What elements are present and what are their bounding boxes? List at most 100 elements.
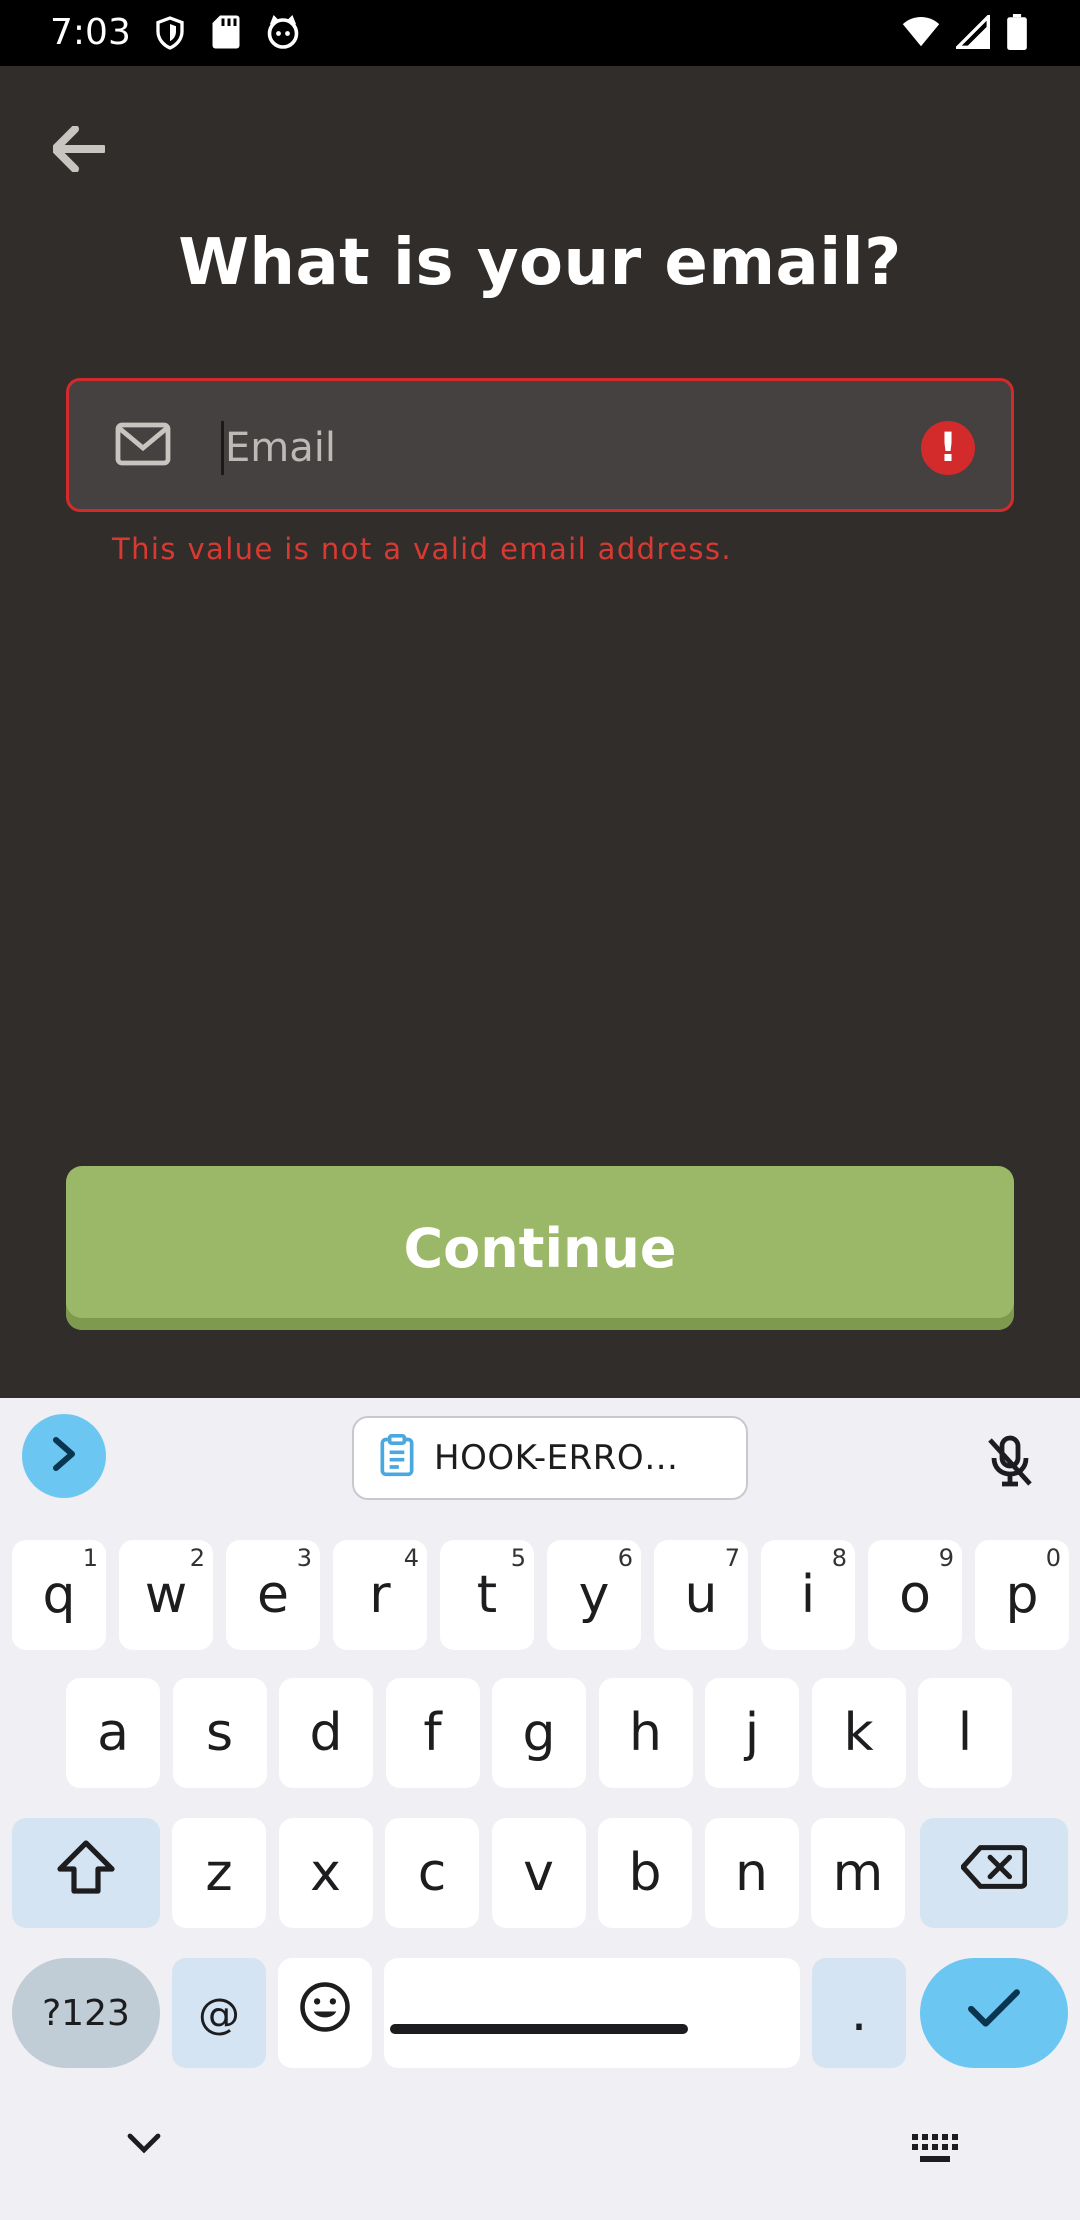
key-label: n xyxy=(735,1843,768,1903)
emoji-icon xyxy=(298,1980,352,2047)
sd-card-icon xyxy=(210,14,242,57)
key-j[interactable]: j xyxy=(705,1678,799,1788)
key-label: a xyxy=(97,1703,129,1763)
on-screen-keyboard: HOOK-ERRO… q1w2e3r4t5y6u7i8o9p0asdfghjkl… xyxy=(0,1398,1080,2220)
backspace-icon xyxy=(960,1843,1028,1904)
key-hint: 9 xyxy=(938,1544,954,1572)
shift-key[interactable] xyxy=(12,1818,160,1928)
key-label: i xyxy=(800,1565,816,1625)
mic-off-button[interactable] xyxy=(984,1434,1036,1495)
key-label: k xyxy=(843,1703,874,1763)
backspace-key[interactable] xyxy=(920,1818,1068,1928)
shift-icon xyxy=(56,1839,116,1908)
signal-icon xyxy=(953,12,990,54)
key-o[interactable]: o9 xyxy=(868,1540,962,1650)
keyboard-expand-button[interactable] xyxy=(22,1414,106,1498)
key-label: p xyxy=(1005,1565,1039,1625)
key-label: g xyxy=(522,1703,556,1763)
email-field[interactable]: ! xyxy=(66,378,1014,512)
key-r[interactable]: r4 xyxy=(333,1540,427,1650)
clipboard-suggestion-chip[interactable]: HOOK-ERRO… xyxy=(352,1416,748,1500)
battery-icon xyxy=(1006,14,1028,55)
key-label: d xyxy=(309,1703,343,1763)
email-error-message: This value is not a valid email address. xyxy=(112,532,733,566)
back-arrow-icon xyxy=(51,124,107,177)
key-c[interactable]: c xyxy=(385,1818,479,1928)
key-p[interactable]: p0 xyxy=(975,1540,1069,1650)
key-hint: 8 xyxy=(831,1544,847,1572)
wifi-icon xyxy=(902,15,940,54)
page-title: What is your email? xyxy=(178,226,902,300)
key-y[interactable]: y6 xyxy=(547,1540,641,1650)
key-m[interactable]: m xyxy=(811,1818,905,1928)
continue-button[interactable]: Continue xyxy=(66,1166,1014,1330)
key-d[interactable]: d xyxy=(279,1678,373,1788)
switch-keyboard-button[interactable] xyxy=(912,2134,958,2169)
key-hint: 5 xyxy=(510,1544,526,1572)
key-label: t xyxy=(476,1565,498,1625)
key-i[interactable]: i8 xyxy=(761,1540,855,1650)
hide-keyboard-button[interactable] xyxy=(126,2132,162,2161)
key-hint: 3 xyxy=(296,1544,312,1572)
key-s[interactable]: s xyxy=(172,1678,267,1788)
key-f[interactable]: f xyxy=(385,1678,480,1788)
key-t[interactable]: t5 xyxy=(440,1540,534,1650)
key-hint: 1 xyxy=(82,1544,98,1572)
email-input[interactable] xyxy=(225,409,865,487)
key-label: u xyxy=(684,1565,718,1625)
key-label: y xyxy=(578,1565,610,1625)
mic-off-icon xyxy=(984,1435,1036,1494)
key-label: r xyxy=(369,1565,391,1625)
checkmark-icon xyxy=(967,1983,1021,2043)
keyboard-nav-bar xyxy=(0,2112,1080,2220)
back-button[interactable] xyxy=(44,116,114,186)
key-n[interactable]: n xyxy=(704,1818,799,1928)
key-hint: 7 xyxy=(724,1544,740,1572)
key-q[interactable]: q1 xyxy=(12,1540,106,1650)
space-key[interactable] xyxy=(384,1958,800,2068)
cat-face-icon xyxy=(264,14,302,57)
key-label: x xyxy=(310,1843,341,1903)
key-hint: 6 xyxy=(617,1544,633,1572)
key-label: f xyxy=(423,1703,442,1763)
status-bar: 7:03 xyxy=(0,0,1080,66)
email-screen: What is your email? ! This value is not … xyxy=(0,66,1080,1398)
key-g[interactable]: g xyxy=(492,1678,586,1788)
period-key[interactable]: . xyxy=(812,1958,906,2068)
enter-key[interactable] xyxy=(920,1958,1068,2068)
clipboard-icon xyxy=(378,1433,416,1483)
key-label: s xyxy=(205,1703,234,1763)
key-hint: 4 xyxy=(403,1544,419,1572)
key-a[interactable]: a xyxy=(66,1678,160,1788)
key-label: o xyxy=(899,1565,931,1625)
chevron-right-icon xyxy=(49,1436,79,1477)
clipboard-chip-text: HOOK-ERRO… xyxy=(434,1438,679,1478)
key-v[interactable]: v xyxy=(491,1818,586,1928)
symbols-key[interactable]: ?123 xyxy=(12,1958,160,2068)
keyboard-icon xyxy=(912,2134,958,2168)
key-label: v xyxy=(523,1843,554,1903)
text-caret xyxy=(221,421,224,475)
mail-icon xyxy=(115,421,171,472)
key-x[interactable]: x xyxy=(278,1818,373,1928)
key-hint: 2 xyxy=(189,1544,205,1572)
key-k[interactable]: k xyxy=(811,1678,906,1788)
key-h[interactable]: h xyxy=(598,1678,693,1788)
emoji-key[interactable] xyxy=(278,1958,372,2068)
key-label: b xyxy=(628,1843,662,1903)
key-e[interactable]: e3 xyxy=(226,1540,320,1650)
key-label: h xyxy=(629,1703,662,1763)
key-label: l xyxy=(957,1703,973,1763)
key-label: e xyxy=(257,1565,289,1625)
key-u[interactable]: u7 xyxy=(654,1540,748,1650)
key-w[interactable]: w2 xyxy=(119,1540,213,1650)
key-label: m xyxy=(832,1843,884,1903)
key-z[interactable]: z xyxy=(172,1818,266,1928)
key-label: c xyxy=(417,1843,447,1903)
key-b[interactable]: b xyxy=(598,1818,692,1928)
key-label: z xyxy=(205,1843,233,1903)
key-label: q xyxy=(42,1565,76,1625)
key-l[interactable]: l xyxy=(918,1678,1012,1788)
key-label: j xyxy=(744,1703,760,1763)
at-key[interactable]: @ xyxy=(172,1958,266,2068)
